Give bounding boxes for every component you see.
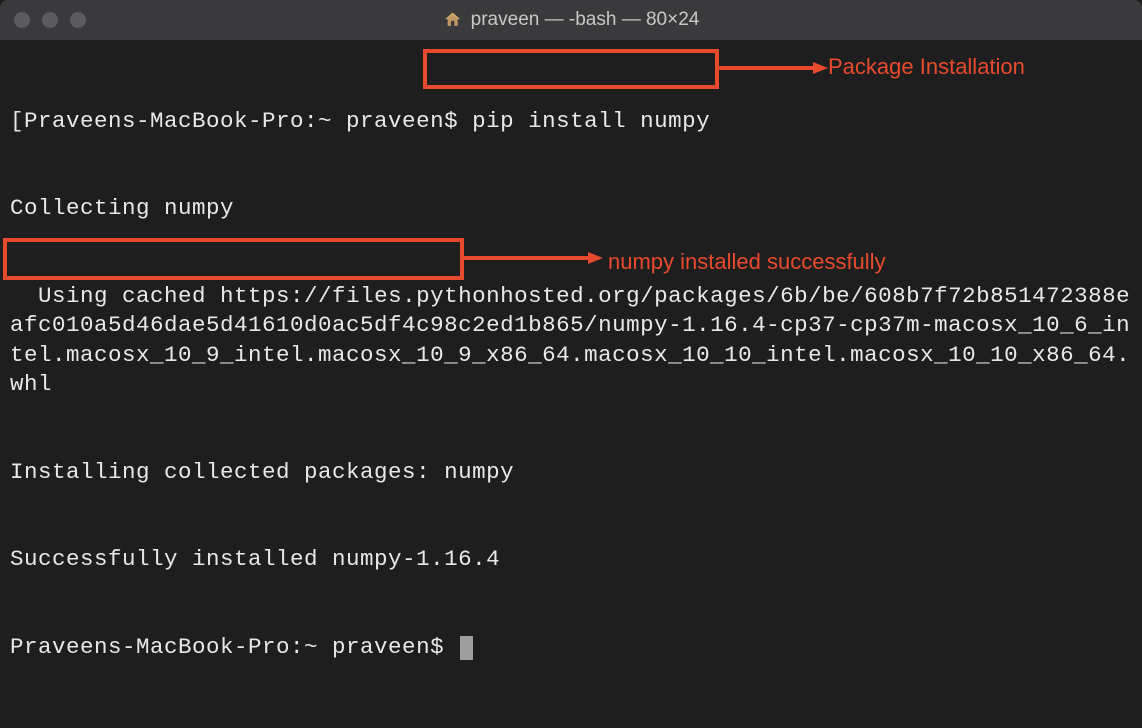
traffic-lights: [0, 12, 86, 28]
terminal-body[interactable]: [Praveens-MacBook-Pro:~ praveen$ pip ins…: [0, 40, 1142, 728]
close-button[interactable]: [14, 12, 30, 28]
terminal-line: Installing collected packages: numpy: [10, 458, 1132, 487]
terminal-line: Collecting numpy: [10, 194, 1132, 223]
window-title: praveen — -bash — 80×24: [443, 9, 700, 31]
cursor: [460, 636, 473, 660]
terminal-line: Praveens-MacBook-Pro:~ praveen$: [10, 633, 1132, 662]
terminal-line: [Praveens-MacBook-Pro:~ praveen$ pip ins…: [10, 107, 1132, 136]
prompt: Praveens-MacBook-Pro:~ praveen$: [10, 634, 458, 660]
minimize-button[interactable]: [42, 12, 58, 28]
terminal-line: Successfully installed numpy-1.16.4: [10, 545, 1132, 574]
maximize-button[interactable]: [70, 12, 86, 28]
terminal-window: praveen — -bash — 80×24 [Praveens-MacBoo…: [0, 0, 1142, 728]
home-icon: [443, 10, 463, 30]
window-title-text: praveen — -bash — 80×24: [471, 9, 700, 31]
command-text: pip install numpy: [472, 108, 710, 134]
titlebar[interactable]: praveen — -bash — 80×24: [0, 0, 1142, 40]
prompt: [Praveens-MacBook-Pro:~ praveen$: [10, 108, 472, 134]
terminal-line: Using cached https://files.pythonhosted.…: [10, 282, 1132, 399]
